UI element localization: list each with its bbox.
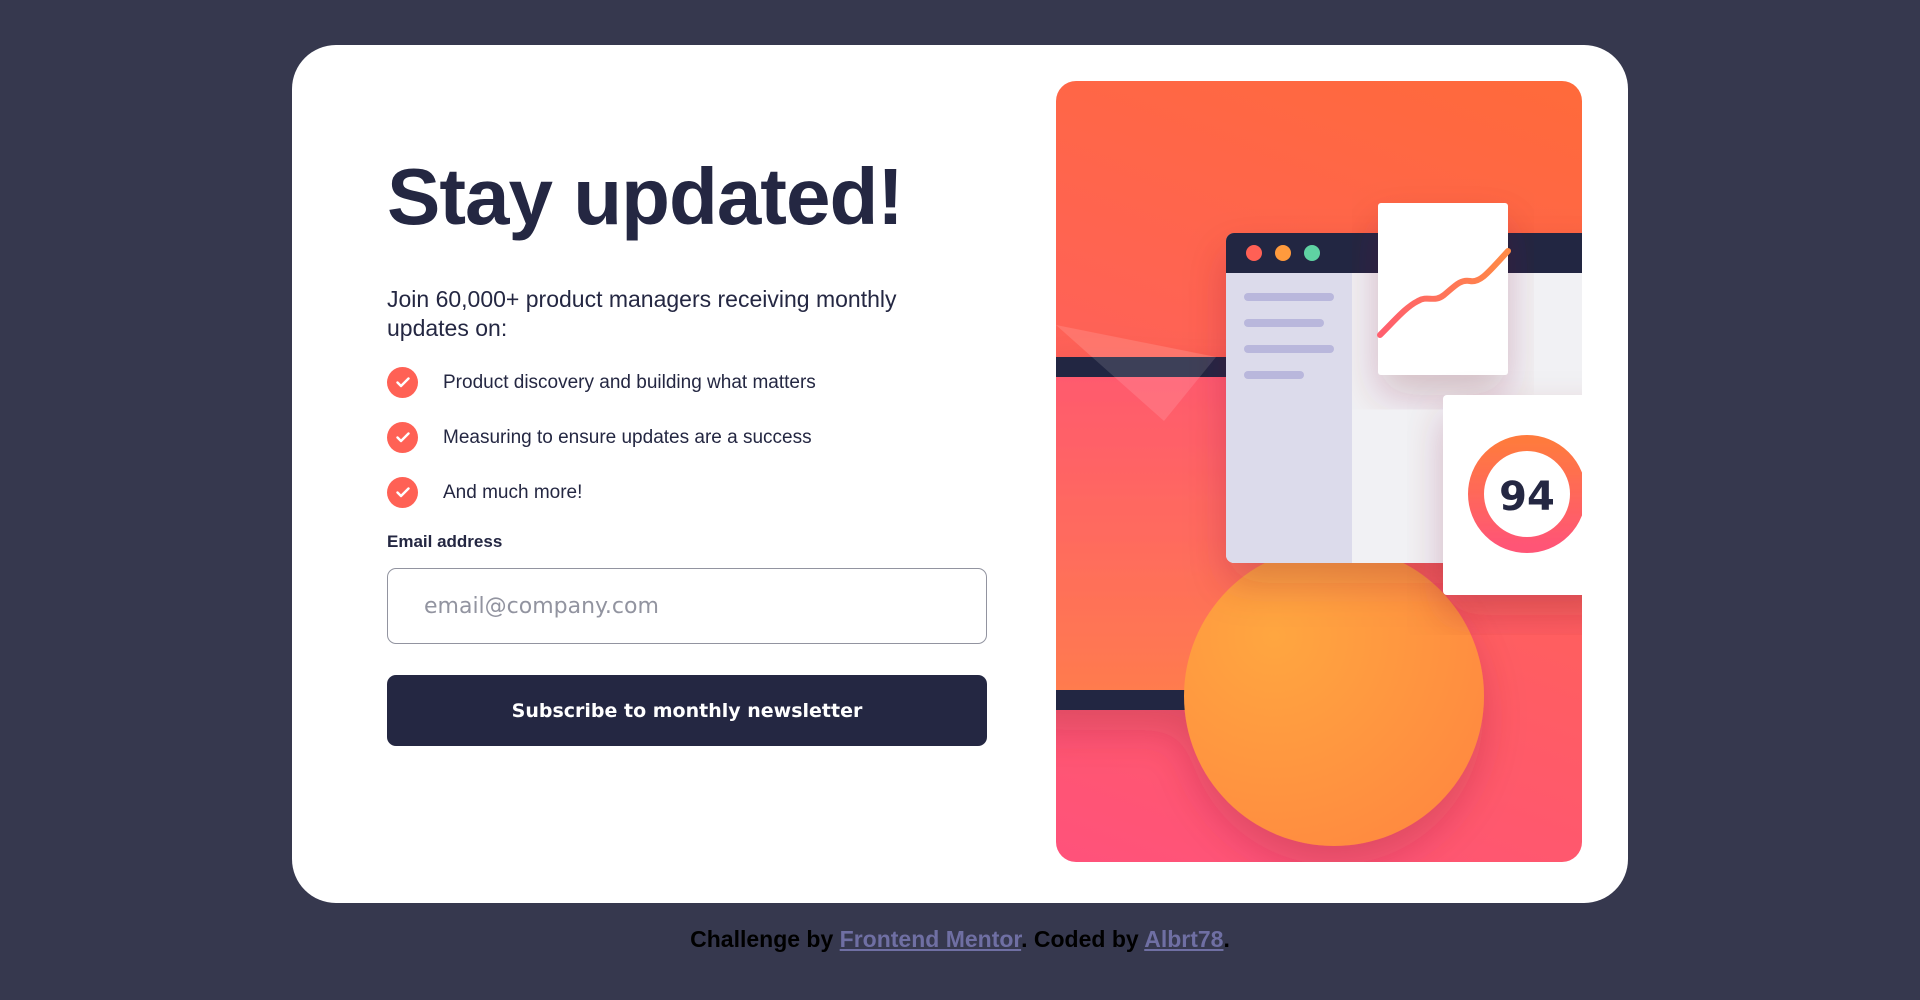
frontend-mentor-link[interactable]: Frontend Mentor [840, 926, 1021, 952]
footer-prefix: Challenge by [690, 926, 840, 952]
footer-suffix: . [1223, 926, 1230, 952]
chart-card-illustration [1377, 203, 1511, 375]
signup-content: Stay updated! Join 60,000+ product manag… [387, 157, 987, 746]
newsletter-card: Stay updated! Join 60,000+ product manag… [292, 45, 1628, 903]
email-label: Email address [387, 532, 503, 551]
footer-middle: . Coded by [1021, 926, 1145, 952]
check-icon [387, 422, 418, 453]
score-value: 94 [1499, 474, 1555, 520]
feature-text: Measuring to ensure updates are a succes… [443, 426, 812, 448]
feature-list: Product discovery and building what matt… [387, 367, 987, 508]
check-icon [387, 477, 418, 508]
list-item: Product discovery and building what matt… [387, 367, 987, 398]
author-link[interactable]: Albrt78 [1144, 926, 1223, 952]
feature-text: And much more! [443, 481, 583, 503]
subscribe-button[interactable]: Subscribe to monthly newsletter [387, 675, 987, 746]
list-item: And much more! [387, 477, 987, 508]
intro-text: Join 60,000+ product managers receiving … [387, 286, 897, 341]
hero-illustration: 94 [1056, 81, 1582, 862]
email-field[interactable] [387, 568, 987, 644]
list-item: Measuring to ensure updates are a succes… [387, 422, 987, 453]
illustration-graphic: 94 [1056, 203, 1582, 846]
feature-text: Product discovery and building what matt… [443, 371, 816, 393]
check-icon [387, 367, 418, 398]
attribution-footer: Challenge by Frontend Mentor. Coded by A… [0, 926, 1920, 953]
page-title: Stay updated! [387, 152, 904, 241]
